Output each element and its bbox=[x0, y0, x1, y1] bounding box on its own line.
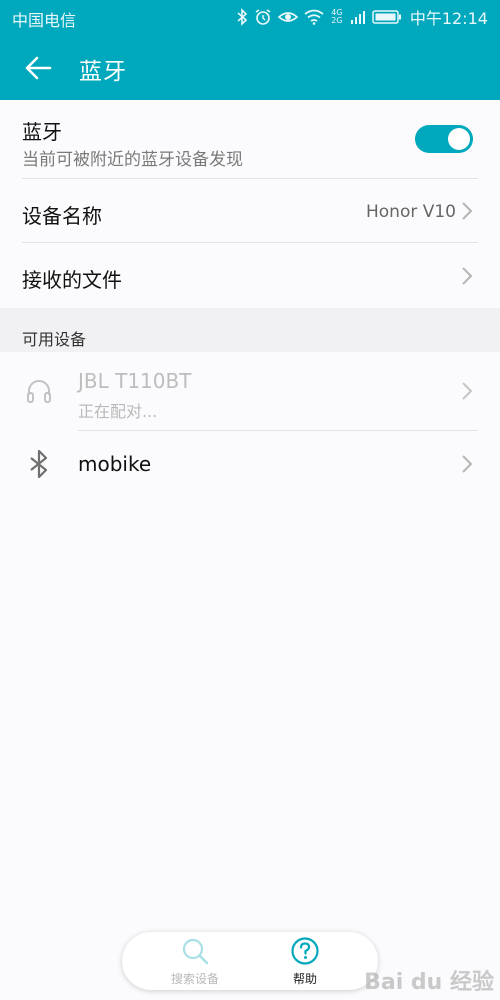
device-name: mobike bbox=[78, 452, 152, 476]
device-name-value: Honor V10 bbox=[365, 202, 456, 222]
search-devices-label: 搜索设备 bbox=[170, 972, 219, 986]
status-icons: 4G 2G 中午12:14 bbox=[236, 5, 488, 29]
eye-icon bbox=[277, 9, 298, 25]
device-name-row[interactable]: 设备名称 Honor V10 bbox=[0, 179, 500, 242]
bottom-action-bar: 搜索设备 帮助 bbox=[122, 932, 378, 990]
wifi-icon bbox=[304, 9, 324, 25]
clock: 中午12:14 bbox=[409, 9, 488, 28]
page-title: 蓝牙 bbox=[79, 59, 127, 85]
device-list-item[interactable]: JBL T110BT 正在配对... bbox=[0, 352, 500, 430]
device-name-label: 设备名称 bbox=[22, 204, 102, 228]
device-list-item[interactable]: mobike bbox=[0, 431, 500, 497]
bluetooth-row-title: 蓝牙 bbox=[22, 120, 62, 144]
status-bar: 中国电信 4G 2G 中午12:14 bbox=[0, 0, 500, 34]
bluetooth-icon bbox=[236, 8, 248, 26]
headphones-icon bbox=[24, 376, 54, 406]
help-label: 帮助 bbox=[292, 972, 317, 986]
watermark: Bai du 经验 bbox=[364, 970, 494, 995]
help-button[interactable]: 帮助 bbox=[250, 932, 360, 990]
search-devices-button[interactable]: 搜索设备 bbox=[140, 932, 250, 990]
chevron-right-icon bbox=[462, 382, 473, 400]
back-button[interactable] bbox=[18, 48, 58, 88]
bluetooth-icon bbox=[24, 449, 54, 479]
chevron-right-icon bbox=[462, 455, 473, 473]
received-files-label: 接收的文件 bbox=[22, 268, 122, 292]
carrier-name: 中国电信 bbox=[12, 11, 77, 30]
signal-icon bbox=[350, 9, 366, 25]
search-icon bbox=[182, 938, 209, 965]
received-files-row[interactable]: 接收的文件 bbox=[0, 243, 500, 308]
toggle-knob bbox=[448, 128, 470, 150]
bluetooth-toggle[interactable] bbox=[415, 125, 473, 153]
app-bar: 蓝牙 bbox=[0, 34, 500, 100]
header: 中国电信 4G 2G 中午12:14 蓝牙 bbox=[0, 0, 500, 100]
arrow-left-icon bbox=[25, 56, 52, 80]
chevron-right-icon bbox=[462, 202, 473, 220]
bluetooth-settings-screen: 中国电信 4G 2G 中午12:14 蓝牙 蓝牙 当前可被附近的蓝牙设备发现 设… bbox=[0, 0, 500, 1000]
device-name: JBL T110BT bbox=[78, 369, 192, 393]
help-icon bbox=[291, 937, 319, 965]
device-status: 正在配对... bbox=[78, 402, 158, 421]
network-type-label: 4G 2G bbox=[331, 8, 343, 25]
chevron-right-icon bbox=[462, 267, 473, 285]
alarm-icon bbox=[254, 8, 272, 26]
section-title: 可用设备 bbox=[22, 330, 87, 349]
battery-icon bbox=[372, 9, 402, 25]
bluetooth-row-subtitle: 当前可被附近的蓝牙设备发现 bbox=[22, 150, 243, 170]
available-devices-header: 可用设备 bbox=[0, 308, 500, 352]
